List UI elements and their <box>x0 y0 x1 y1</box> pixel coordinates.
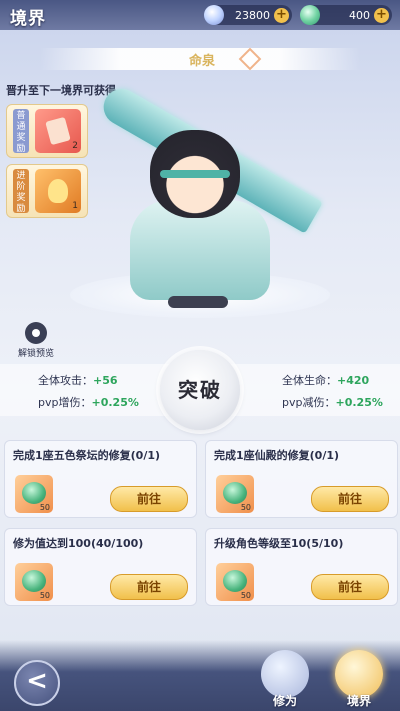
task-title: 完成1座五色祭坛的修复(0/1) <box>13 449 161 462</box>
stat-pvp-damage-label: pvp增伤： <box>38 396 92 409</box>
reward-heading: 晋升至下一境界可获得 <box>6 84 116 97</box>
breakthrough-button[interactable]: 突破 <box>160 350 240 430</box>
stat-pvp-reduction-label: pvp减伤： <box>282 396 336 409</box>
unlock-preview-label: 解锁预览 <box>17 349 54 359</box>
stat-pvp-reduction: pvp减伤：+0.25% <box>282 394 383 410</box>
task-card: 完成1座五色祭坛的修复(0/1) 50 前往 <box>4 440 197 518</box>
task-grid: 完成1座五色祭坛的修复(0/1) 50 前往 完成1座仙殿的修复(0/1) 50… <box>4 440 398 608</box>
jade-inner-icon <box>22 482 46 504</box>
stat-hp-label: 全体生命： <box>282 374 337 387</box>
advanced-reward-card[interactable]: 进阶奖励 1 <box>6 164 88 218</box>
stat-attack-value: +56 <box>93 374 118 387</box>
normal-reward-card[interactable]: 普通奖励 2 <box>6 104 88 158</box>
normal-reward-tag: 普通奖励 <box>13 109 29 154</box>
stat-pvp-damage-value: +0.25% <box>91 396 139 409</box>
tab-realm[interactable]: 境界 <box>332 650 386 708</box>
jade-inner-icon <box>22 570 46 592</box>
scroll-inner-icon <box>45 116 71 146</box>
stat-hp: 全体生命：+420 <box>282 372 369 388</box>
tab-realm-label: 境界 <box>346 694 371 708</box>
add-jade-button[interactable]: + <box>374 7 389 23</box>
hero-headband <box>160 170 230 178</box>
treasure-inner-icon <box>48 179 68 203</box>
stat-attack: 全体攻击：+56 <box>38 372 118 388</box>
go-button[interactable]: 前往 <box>110 486 188 512</box>
jade-inner-icon <box>223 570 247 592</box>
back-button[interactable]: < <box>14 660 60 706</box>
reward-count: 2 <box>72 141 78 151</box>
gem-amount: 23800 <box>235 8 270 22</box>
scroll-icon[interactable]: 2 <box>35 109 81 153</box>
realm-name: 命泉 <box>188 54 215 69</box>
reward-count: 50 <box>39 503 50 512</box>
reward-count: 1 <box>72 201 78 211</box>
hero-boots <box>168 296 228 308</box>
add-gem-button[interactable]: + <box>274 7 289 23</box>
meditating-figure-icon <box>335 650 383 698</box>
jade-currency: 400 + <box>300 5 392 25</box>
go-button[interactable]: 前往 <box>311 486 389 512</box>
reward-count: 50 <box>240 503 251 512</box>
task-card: 升级角色等级至10(5/10) 50 前往 <box>205 528 398 606</box>
jade-dragon-icon[interactable]: 50 <box>15 475 53 513</box>
unlock-preview-button[interactable]: 解锁预览 <box>14 322 58 359</box>
task-card: 修为值达到100(40/100) 50 前往 <box>4 528 197 606</box>
stat-attack-label: 全体攻击： <box>38 374 93 387</box>
task-title: 升级角色等级至10(5/10) <box>214 537 344 550</box>
tab-cultivation-label: 修为 <box>272 694 297 708</box>
jade-dragon-icon[interactable]: 50 <box>216 563 254 601</box>
breakthrough-label: 突破 <box>178 378 222 402</box>
jade-dragon-icon <box>300 5 320 25</box>
advanced-reward-tag: 进阶奖励 <box>13 169 29 214</box>
jade-dragon-icon[interactable]: 50 <box>216 475 254 513</box>
reward-count: 50 <box>240 591 251 600</box>
stat-hp-value: +420 <box>337 374 370 387</box>
stat-pvp-damage: pvp增伤：+0.25% <box>38 394 139 410</box>
task-card: 完成1座仙殿的修复(0/1) 50 前往 <box>205 440 398 518</box>
treasure-bag-icon[interactable]: 1 <box>35 169 81 213</box>
task-title: 修为值达到100(40/100) <box>13 537 144 550</box>
task-title: 完成1座仙殿的修复(0/1) <box>214 449 340 462</box>
gem-currency: 23800 + <box>204 5 292 25</box>
eye-icon <box>25 322 47 344</box>
jade-amount: 400 <box>349 8 370 22</box>
tab-cultivation[interactable]: 修为 <box>258 650 312 708</box>
reward-count: 50 <box>39 591 50 600</box>
go-button[interactable]: 前往 <box>110 574 188 600</box>
lotus-icon <box>261 650 309 698</box>
jade-inner-icon <box>223 482 247 504</box>
stat-pvp-reduction-value: +0.25% <box>335 396 383 409</box>
jade-dragon-icon[interactable]: 50 <box>15 563 53 601</box>
diamond-gem-icon <box>204 5 224 25</box>
page-title: 境界 <box>10 9 46 29</box>
go-button[interactable]: 前往 <box>311 574 389 600</box>
